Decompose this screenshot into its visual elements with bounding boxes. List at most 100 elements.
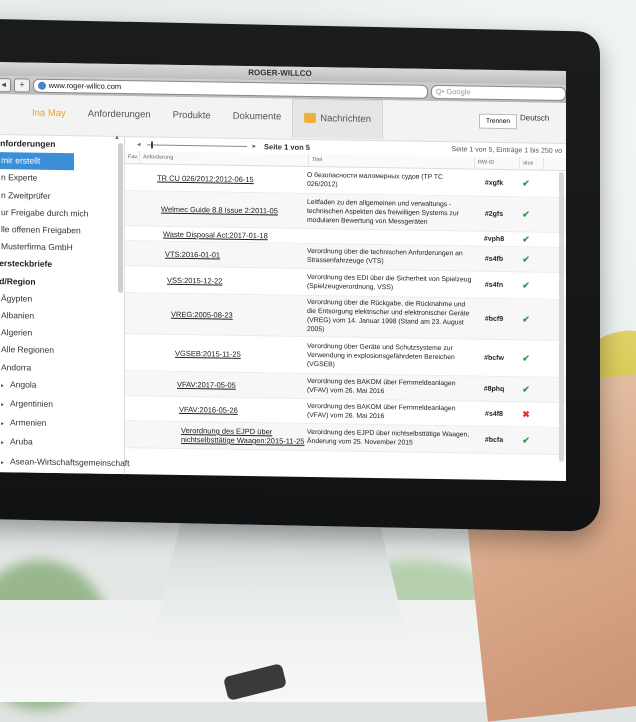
check-icon: ✔	[522, 233, 530, 244]
search-input[interactable]: Q• Google	[430, 84, 566, 101]
anforderung-link[interactable]: Waste Disposal Act:2017-01-18	[163, 229, 268, 240]
column-header-status[interactable]: atus	[520, 157, 544, 170]
anforderung-cell[interactable]: Waste Disposal Act:2017-01-18	[139, 226, 307, 243]
expand-arrow-icon[interactable]: ▸	[1, 402, 4, 408]
fav-cell	[125, 293, 139, 333]
fav-cell	[125, 371, 139, 395]
expand-arrow-icon[interactable]: ▸	[1, 460, 4, 466]
sidebar-scrollbar[interactable]	[118, 142, 123, 294]
sidebar-item[interactable]: Anforderungen	[0, 135, 124, 154]
sidebar-item[interactable]: ▸ Argentinien	[0, 395, 124, 416]
main-content: ◂ ▸ Seite 1 von 5 Seite 1 von 5, Einträg…	[125, 137, 566, 481]
app-body: ▲ Anforderungen n mir erstellt n Experte n …	[0, 135, 566, 481]
sidebar-item-label: Ägypten	[1, 292, 33, 304]
sidebar-item[interactable]: Alle Regionen	[0, 341, 124, 360]
sidebar-item-label: n mir erstellt	[0, 155, 41, 166]
sidebar-item-label: Angola	[10, 379, 37, 390]
tab-produkte[interactable]: Produkte	[162, 97, 222, 136]
anforderung-link[interactable]: VREG:2005-08-23	[171, 309, 233, 319]
column-header-fav[interactable]: Fav.	[125, 151, 140, 164]
user-name[interactable]: Ina May	[0, 94, 77, 133]
sidebar-item[interactable]: nd/Region	[0, 273, 124, 292]
language-select[interactable]: Deutsch	[520, 113, 549, 122]
sidebar-item-label: Alle Regionen	[1, 344, 54, 356]
sidebar-item[interactable]: n mir erstellt	[0, 152, 74, 171]
column-header-rwid[interactable]: RW-ID	[475, 156, 520, 170]
tab-dokumente[interactable]: Dokumente	[222, 98, 293, 137]
table-body: TR CU 026/2012:2012-06-15 О безопасности …	[125, 164, 566, 455]
fav-cell	[125, 226, 139, 240]
rwid-cell: #bcfa	[484, 436, 504, 444]
sidebar-item[interactable]: Andorra	[0, 359, 124, 378]
anforderung-link[interactable]: VSS:2015-12-22	[167, 275, 222, 285]
sidebar-item[interactable]: Ägypten	[0, 290, 124, 309]
anforderung-link[interactable]: VFAV:2017-05-05	[177, 379, 236, 389]
rwid-cell: #s4fn	[484, 281, 504, 289]
sidebar-item[interactable]: Algerien	[0, 324, 124, 343]
anforderung-link[interactable]: VGSEB:2015-11-25	[175, 348, 241, 358]
page-slider-handle[interactable]	[150, 140, 153, 148]
main-nav: Ina May Anforderungen Produkte Dokumente…	[0, 94, 383, 139]
tab-anforderungen[interactable]: Anforderungen	[77, 95, 162, 134]
sidebar-item[interactable]: ur Freigabe durch mich	[0, 204, 124, 223]
expand-arrow-icon[interactable]: ▸	[1, 421, 4, 427]
anforderung-cell[interactable]: VSS:2015-12-22	[139, 266, 307, 295]
status-cell: ✔	[516, 197, 536, 231]
check-icon: ✔	[522, 279, 530, 290]
next-page-icon[interactable]: ▸	[253, 142, 257, 150]
anforderung-cell[interactable]: VFAV:2017-05-05	[139, 371, 307, 398]
sidebar-item[interactable]: lle offenen Freigaben	[0, 221, 124, 240]
tab-nachrichten-label: Nachrichten	[320, 112, 371, 125]
sidebar-item-label: Anforderungen	[0, 138, 56, 149]
sidebar-item[interactable]: ▸ Angola	[0, 376, 124, 397]
url-text: www.roger-willco.com	[48, 80, 122, 91]
fav-cell	[125, 396, 139, 420]
anforderung-cell[interactable]: VREG:2005-08-23	[139, 293, 307, 336]
anforderung-cell[interactable]: Verordnung des EJPD über nichtselbsttäti…	[139, 421, 307, 450]
anforderung-link[interactable]: VTS:2016-01-01	[165, 249, 220, 259]
sidebar-item[interactable]: Albanien	[0, 307, 124, 326]
scroll-up-icon[interactable]: ▲	[114, 135, 120, 141]
tab-nachrichten[interactable]: Nachrichten	[292, 98, 383, 139]
sidebar-item-label: Musterfirma GmbH	[1, 241, 73, 253]
expand-arrow-icon[interactable]: ▸	[1, 383, 4, 389]
anforderung-link[interactable]: TR CU 026/2012:2012-06-15	[157, 173, 254, 184]
anforderung-cell[interactable]: VFAV:2016-05-26	[139, 396, 307, 423]
titel-cell	[307, 229, 472, 246]
anforderung-cell[interactable]: VTS:2016-01-01	[139, 241, 307, 268]
message-icon	[304, 112, 317, 124]
new-tab-button[interactable]: +	[14, 78, 30, 93]
chevron-left-icon[interactable]: ◂	[0, 78, 12, 93]
sidebar-item[interactable]: ▸ Aruba	[0, 433, 124, 454]
anforderung-link[interactable]: Verordnung des EJPD über nichtselbsttäti…	[181, 426, 307, 446]
page-slider[interactable]	[146, 140, 247, 148]
titel-cell: Verordnung des EDI über die Sicherheit v…	[307, 273, 472, 292]
fav-cell	[125, 266, 139, 292]
table-row[interactable]: Verordnung des EJPD über nichtselbsttäti…	[125, 421, 566, 455]
anforderung-link[interactable]: Welmec Guide 8.8 Issue 2:2011-05	[161, 204, 278, 215]
logout-button[interactable]: Trennen	[479, 113, 517, 130]
sidebar-item[interactable]: n Experte	[0, 169, 124, 188]
sidebar-item-label: Albanien	[1, 310, 35, 321]
sidebar-item-label: Algerien	[1, 327, 33, 338]
rwid-cell: #2gfs	[484, 210, 504, 218]
anforderung-link[interactable]: VFAV:2016-05-26	[179, 404, 238, 414]
sidebar-item[interactable]: ▸ Armenien	[0, 414, 124, 435]
rwid-cell: #8phq	[483, 385, 505, 393]
titel-cell: Verordnung des EJPD über nichtselbsttäti…	[307, 428, 470, 447]
fav-cell	[125, 241, 139, 265]
sidebar-item[interactable]: dersteckbriefe	[0, 255, 124, 274]
anforderung-cell[interactable]: TR CU 026/2012:2012-06-15	[139, 164, 307, 193]
sidebar-item[interactable]: n Zweitprüfer	[0, 187, 124, 206]
titel-cell: О безопасности маломерных судов (TP TC 0…	[307, 171, 443, 189]
status-cell: ✔	[516, 377, 536, 401]
table-row[interactable]: VREG:2005-08-23 Verordnung über die Rückg…	[125, 293, 566, 341]
table-scrollbar[interactable]	[559, 171, 564, 462]
prev-page-icon[interactable]: ◂	[137, 140, 141, 148]
anforderung-cell[interactable]: Welmec Guide 8.8 Issue 2:2011-05	[139, 191, 307, 228]
anforderung-cell[interactable]: VGSEB:2015-11-25	[139, 334, 307, 373]
requirements-table: Fav. Anforderung Titel RW-ID atus TR CU …	[125, 151, 566, 455]
sidebar-item[interactable]: Musterfirma GmbH	[0, 238, 124, 257]
sidebar-item[interactable]: ▸ Asean-Wirtschaftsgemeinschaft	[0, 453, 130, 474]
expand-arrow-icon[interactable]: ▸	[1, 441, 4, 447]
